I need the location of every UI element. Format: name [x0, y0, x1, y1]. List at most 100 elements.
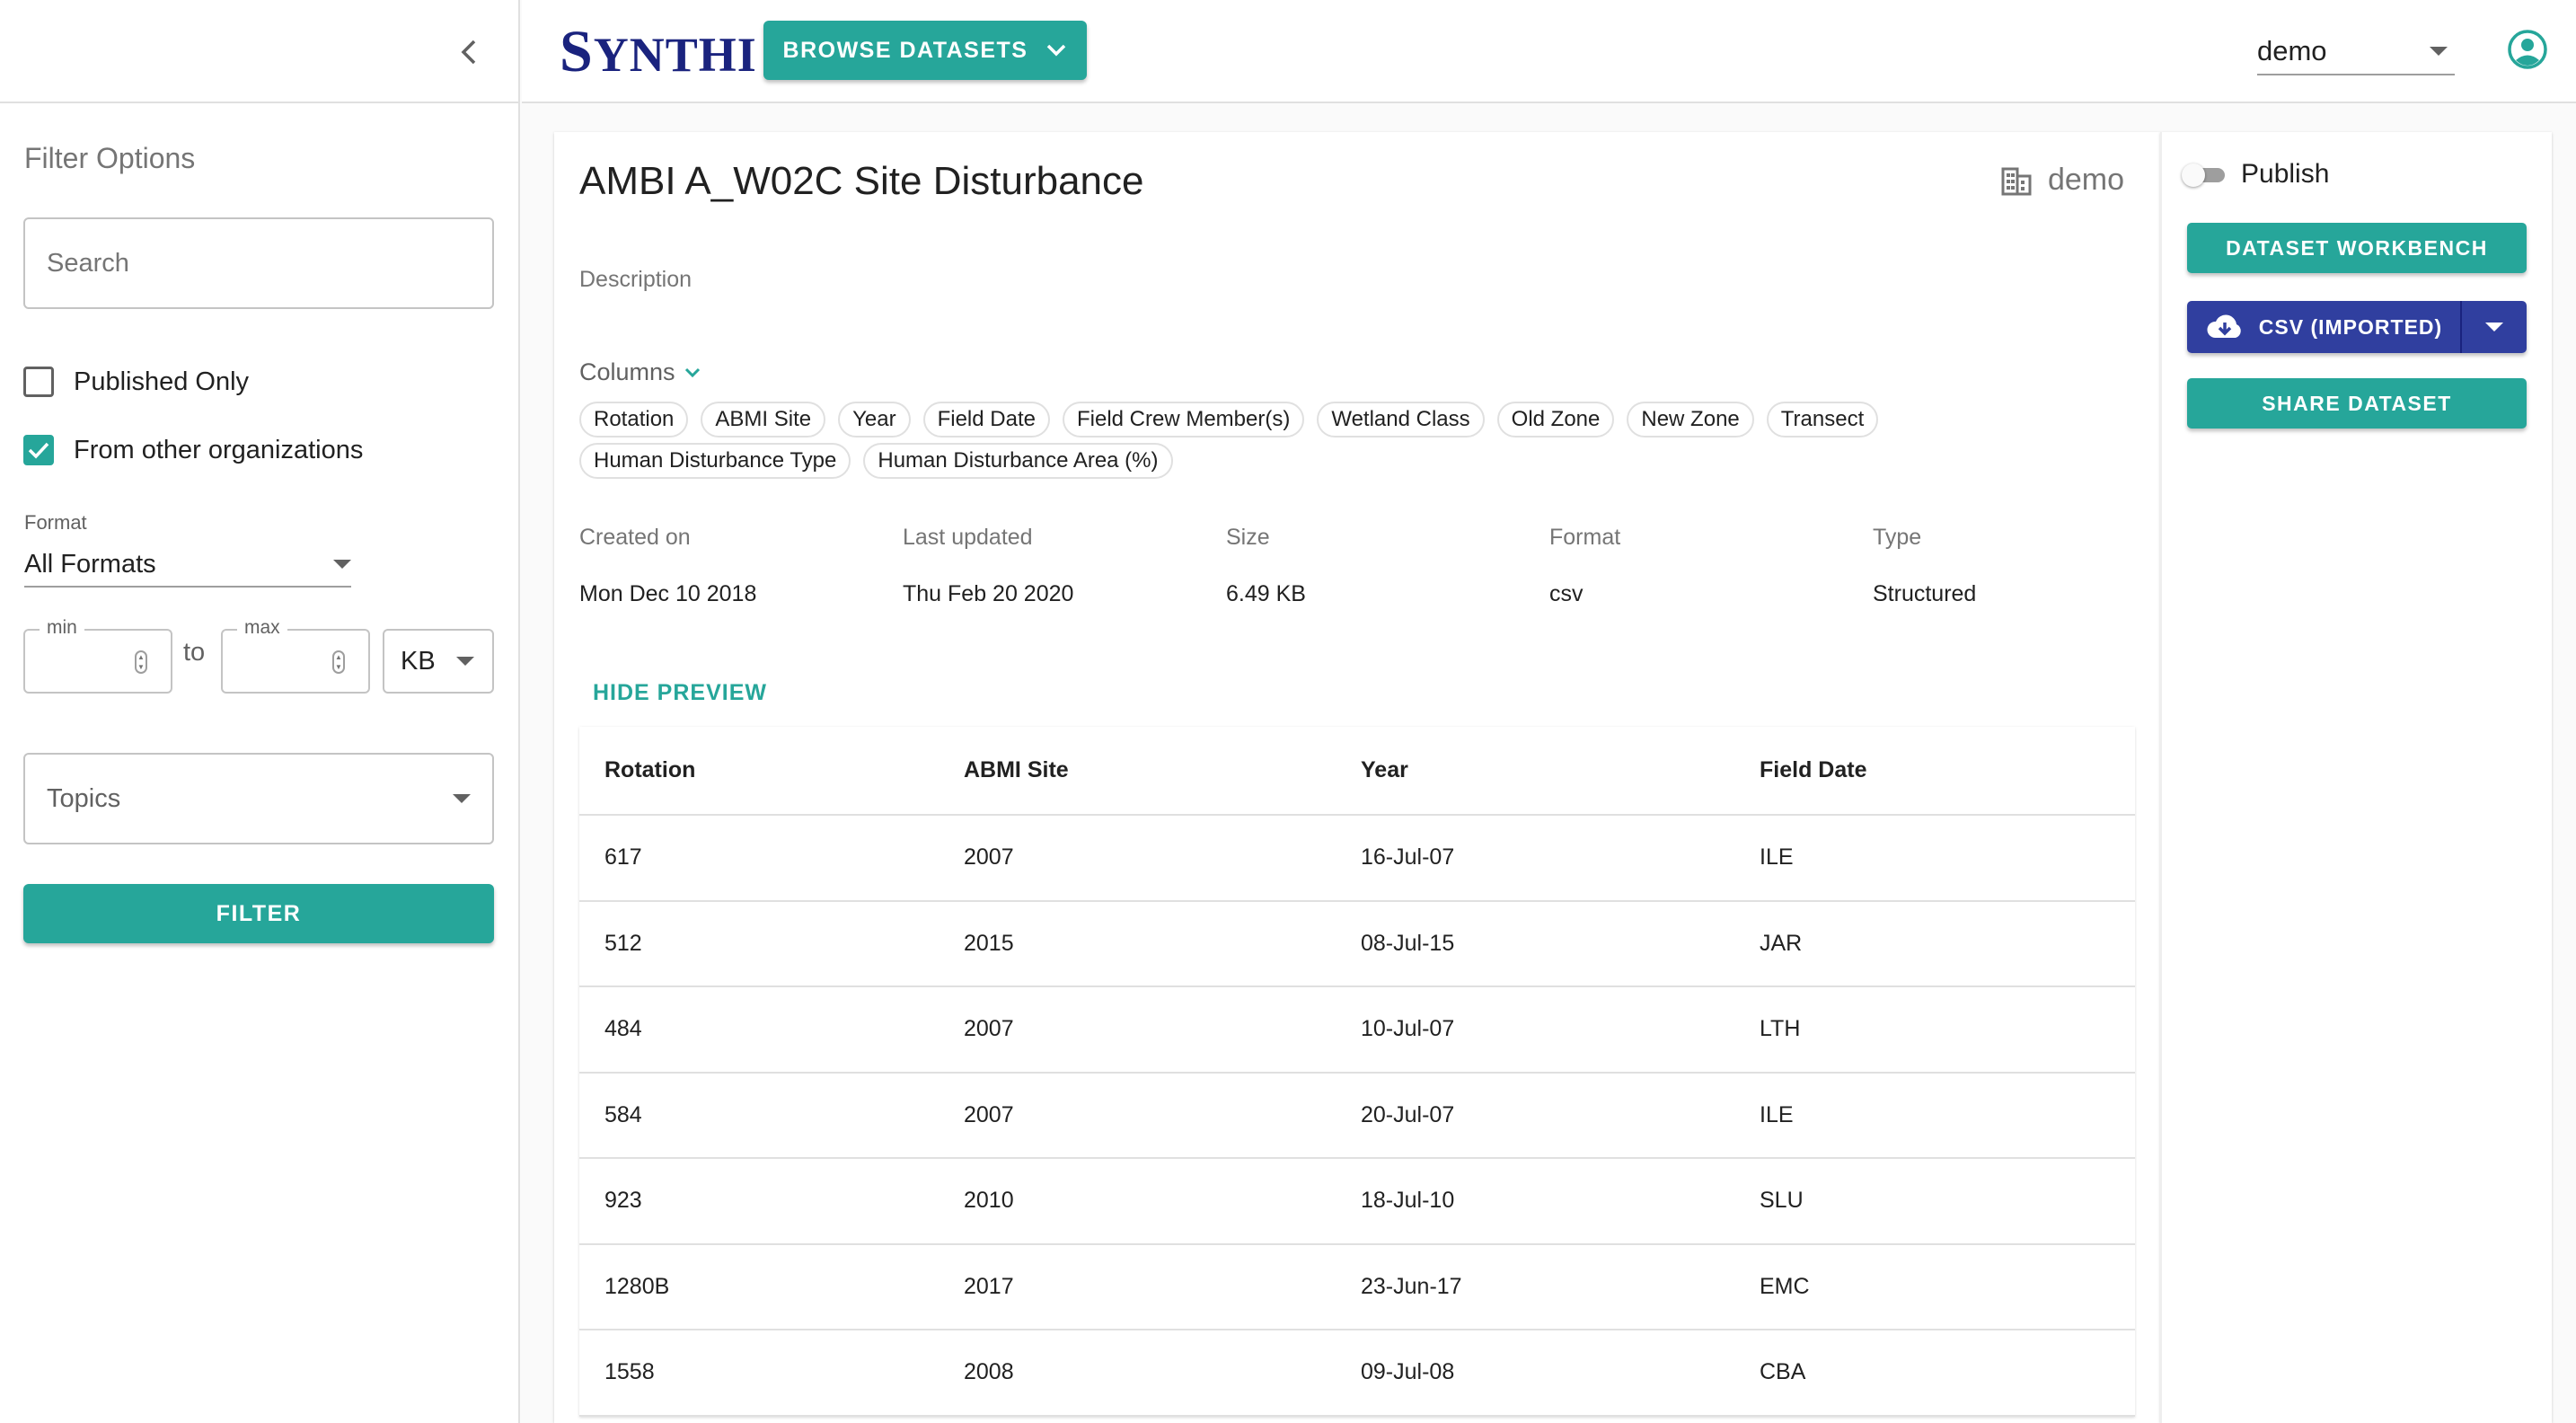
- browse-datasets-button[interactable]: BROWSE DATASETS: [763, 21, 1087, 80]
- columns-toggle[interactable]: Columns: [579, 358, 701, 386]
- table-cell: 617: [579, 815, 939, 902]
- logo-rest: YNTHI: [593, 28, 757, 82]
- table-header: Rotation: [579, 727, 939, 816]
- table-header: ABMI Site: [939, 727, 1336, 816]
- account-circle-icon[interactable]: [2507, 29, 2548, 70]
- spinner-icon[interactable]: ▲ ▼: [135, 650, 147, 674]
- share-dataset-button[interactable]: SHARE DATASET: [2187, 378, 2527, 429]
- published-only-label: Published Only: [74, 367, 250, 396]
- other-organizations-checkbox[interactable]: From other organizations: [23, 435, 363, 465]
- csv-download-button[interactable]: CSV (IMPORTED): [2187, 301, 2460, 353]
- column-chip: New Zone: [1627, 402, 1754, 438]
- table-cell: 2007: [939, 1072, 1336, 1159]
- column-chip: ABMI Site: [701, 402, 826, 438]
- table-cell: 2015: [939, 900, 1336, 987]
- column-chip: Field Date: [922, 402, 1050, 438]
- caret-down-icon: [2430, 47, 2448, 56]
- meta-label: Size: [1226, 525, 1270, 550]
- table-cell: 2017: [939, 1243, 1336, 1330]
- csv-format-dropdown[interactable]: [2460, 301, 2527, 353]
- meta-type: Type Structured: [1873, 525, 2178, 607]
- column-chips: Rotation ABMI Site Year Field Date Field…: [579, 402, 1927, 479]
- building-icon: [2001, 167, 2032, 195]
- dataset-title: AMBI A_W02C Site Disturbance: [579, 159, 1144, 203]
- logo-initial: S: [560, 19, 594, 84]
- table-cell: 484: [579, 986, 939, 1074]
- size-min-label: min: [40, 617, 84, 639]
- other-organizations-label: From other organizations: [74, 435, 364, 464]
- checkbox-checked-icon: [23, 435, 54, 465]
- meta-value: csv: [1549, 581, 1584, 606]
- dataset-actions-panel: Publish DATASET WORKBENCH CSV (IMPORTED)…: [2160, 132, 2552, 1423]
- publish-label: Publish: [2241, 159, 2330, 189]
- chevron-down-icon: [684, 367, 700, 377]
- column-chip: Old Zone: [1496, 402, 1615, 438]
- table-cell: 09-Jul-08: [1336, 1330, 1734, 1417]
- table-cell: 923: [579, 1158, 939, 1245]
- table-cell: 2007: [939, 815, 1336, 902]
- published-only-checkbox[interactable]: Published Only: [23, 367, 249, 397]
- columns-label: Columns: [579, 358, 675, 385]
- filter-sidebar: Filter Options Published Only From other…: [0, 0, 520, 1423]
- hide-preview-button[interactable]: HIDE PREVIEW: [593, 680, 767, 706]
- topics-placeholder: Topics: [47, 783, 121, 813]
- meta-format: Format csv: [1549, 525, 1855, 607]
- table-row: 1558 2008 09-Jul-08 CBA: [579, 1330, 2135, 1417]
- format-select[interactable]: All Formats: [24, 543, 351, 588]
- caret-down-icon: [456, 657, 474, 666]
- synthi-logo[interactable]: SYNTHI: [560, 18, 757, 86]
- meta-updated: Last updated Thu Feb 20 2020: [903, 525, 1208, 607]
- table-cell: SLU: [1734, 1158, 2135, 1245]
- table-cell: 512: [579, 900, 939, 987]
- table-cell: 1280B: [579, 1243, 939, 1330]
- table-row: 1280B 2017 23-Jun-17 EMC: [579, 1243, 2135, 1330]
- dataset-workbench-button[interactable]: DATASET WORKBENCH: [2187, 223, 2527, 273]
- table-cell: 23-Jun-17: [1336, 1243, 1734, 1330]
- filter-button[interactable]: FILTER: [23, 884, 494, 943]
- table-cell: EMC: [1734, 1243, 2135, 1330]
- size-max-input[interactable]: max ▲ ▼: [221, 617, 370, 694]
- caret-down-icon: [333, 560, 351, 569]
- app: Filter Options Published Only From other…: [0, 0, 2576, 1423]
- column-chip: Transect: [1766, 402, 1879, 438]
- table-row: 617 2007 16-Jul-07 ILE: [579, 815, 2135, 902]
- table-cell: 10-Jul-07: [1336, 986, 1734, 1074]
- user-select[interactable]: demo: [2257, 29, 2455, 75]
- browse-datasets-label: BROWSE DATASETS: [782, 37, 1028, 63]
- preview-table: Rotation ABMI Site Year Field Date 617 2…: [579, 727, 2135, 1417]
- table-header-row: Rotation ABMI Site Year Field Date: [579, 727, 2135, 816]
- topics-select[interactable]: Topics: [23, 753, 494, 844]
- description-label: Description: [579, 267, 693, 292]
- table-cell: LTH: [1734, 986, 2135, 1074]
- table-header: Year: [1336, 727, 1734, 816]
- meta-label: Last updated: [903, 525, 1033, 550]
- caret-down-icon: [453, 794, 471, 803]
- toggle-switch-icon: [2182, 162, 2227, 187]
- spinner-icon[interactable]: ▲ ▼: [332, 650, 345, 674]
- column-chip: Year: [838, 402, 911, 438]
- meta-label: Type: [1873, 525, 1922, 550]
- meta-value: Thu Feb 20 2020: [903, 581, 1074, 606]
- chevron-left-icon: [461, 40, 476, 65]
- sidebar-header: [0, 0, 518, 103]
- checkbox-unchecked-icon: [23, 367, 54, 397]
- table-row: 584 2007 20-Jul-07 ILE: [579, 1072, 2135, 1159]
- meta-size: Size 6.49 KB: [1226, 525, 1531, 607]
- meta-value: 6.49 KB: [1226, 581, 1306, 606]
- meta-label: Created on: [579, 525, 691, 550]
- table-cell: 18-Jul-10: [1336, 1158, 1734, 1245]
- collapse-sidebar-button[interactable]: [449, 32, 489, 72]
- size-min-input[interactable]: min ▲ ▼: [23, 617, 172, 694]
- search-input[interactable]: [23, 217, 494, 309]
- csv-download-group: CSV (IMPORTED): [2187, 301, 2527, 353]
- meta-value: Mon Dec 10 2018: [579, 581, 757, 606]
- size-unit-select[interactable]: KB: [383, 629, 494, 694]
- table-cell: 20-Jul-07: [1336, 1072, 1734, 1159]
- table-row: 484 2007 10-Jul-07 LTH: [579, 986, 2135, 1074]
- publish-toggle[interactable]: Publish: [2182, 159, 2329, 190]
- dataset-owner: demo: [2001, 163, 2124, 198]
- column-chip: Human Disturbance Area (%): [863, 443, 1173, 479]
- dataset-detail-card: AMBI A_W02C Site Disturbance demo Descri…: [554, 132, 2160, 1423]
- csv-download-label: CSV (IMPORTED): [2258, 314, 2443, 339]
- table-cell: CBA: [1734, 1330, 2135, 1417]
